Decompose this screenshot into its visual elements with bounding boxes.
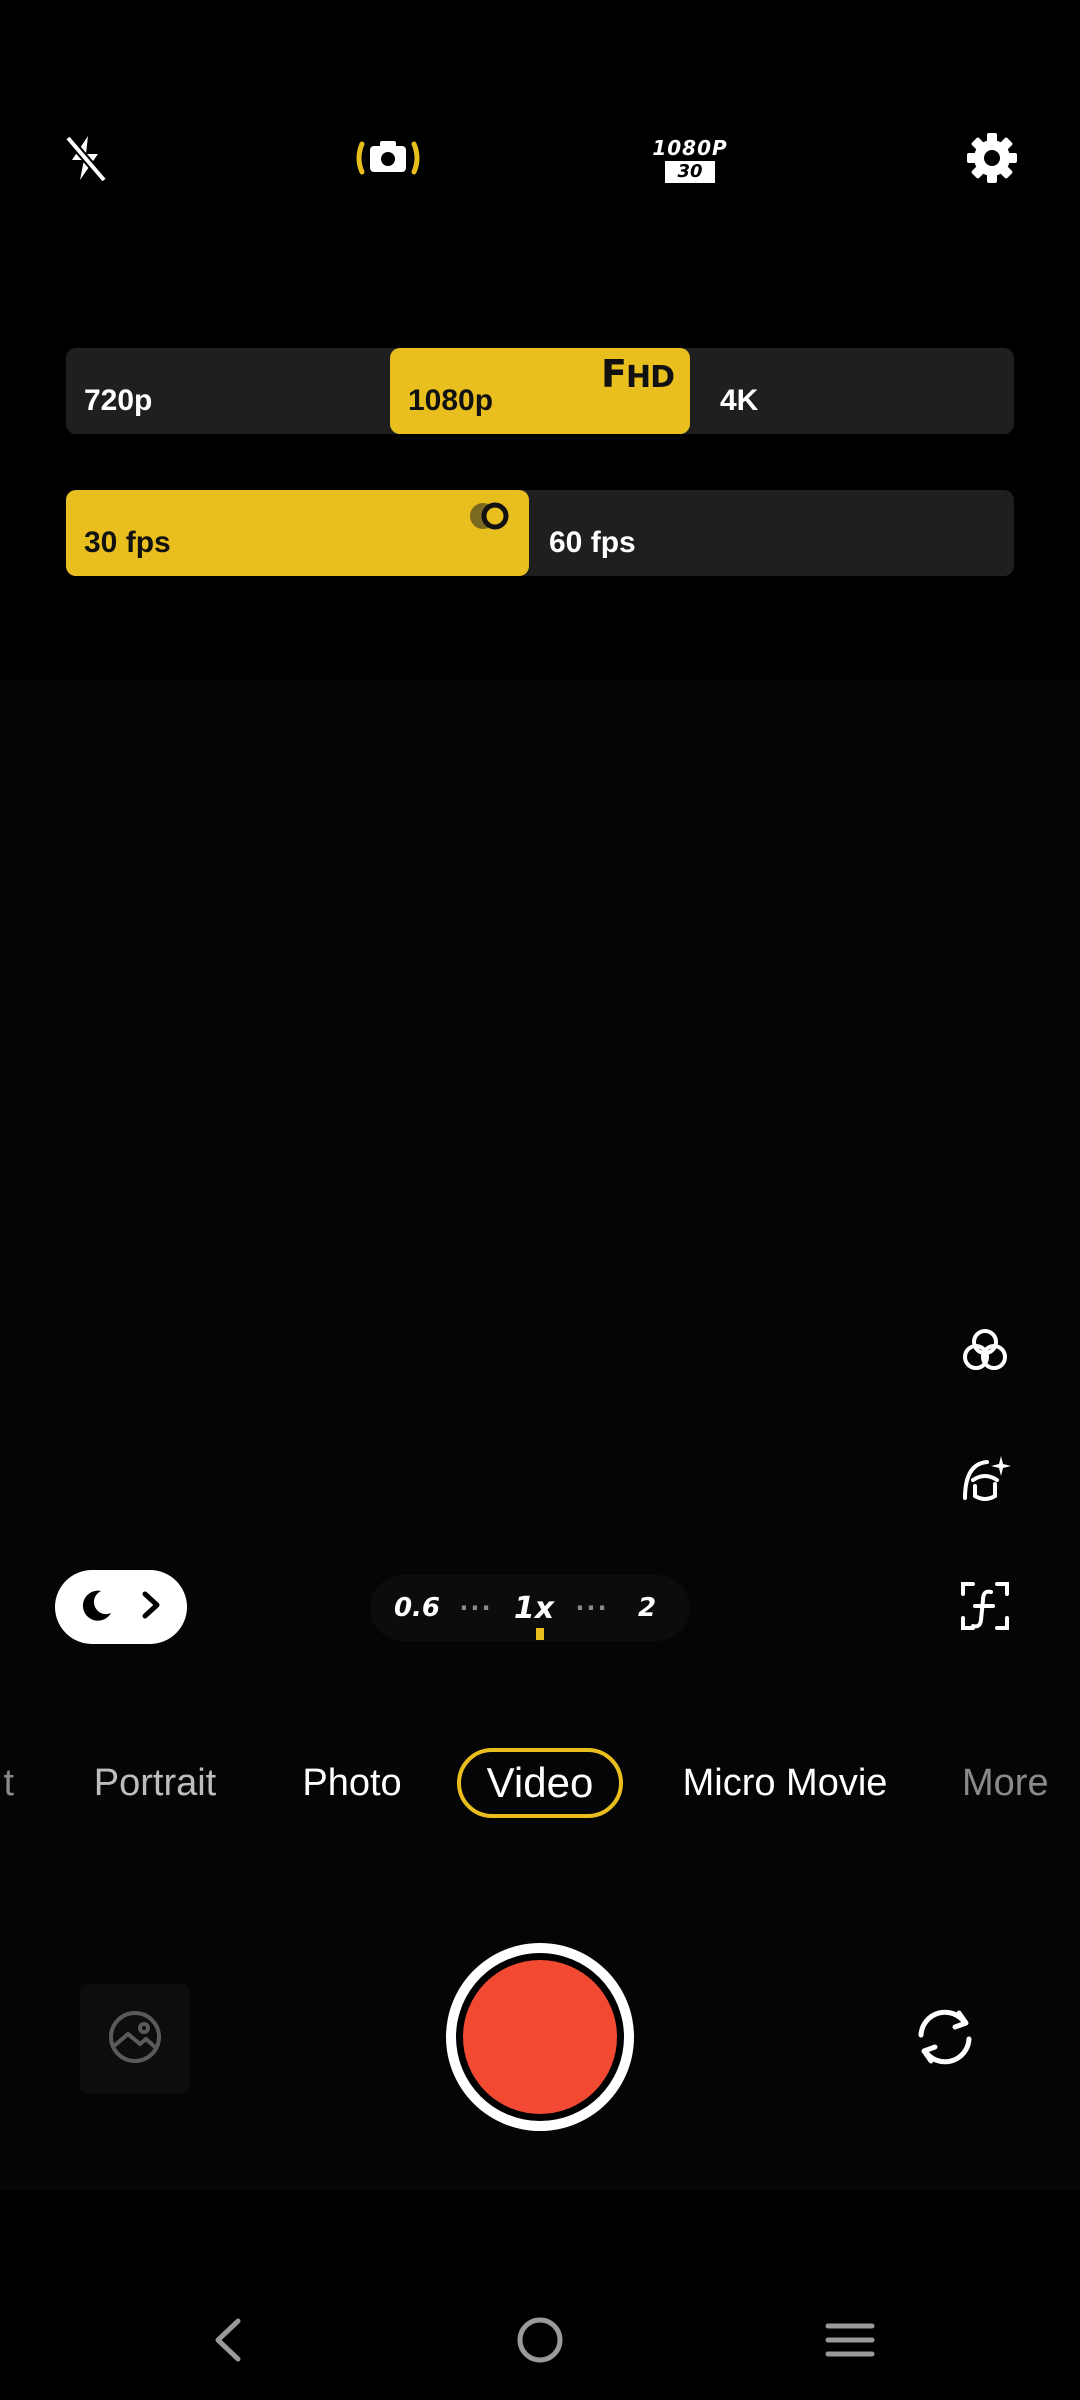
- mode-label: More: [962, 1761, 1049, 1804]
- fhd-tag-small: HD: [625, 360, 675, 395]
- resolution-badge-label: 1080P: [652, 136, 728, 160]
- zoom-dots: ···: [570, 1575, 614, 1641]
- resolution-option-1080p[interactable]: 1080p FHD: [390, 348, 690, 434]
- zoom-level-1x[interactable]: 1x: [506, 1575, 562, 1641]
- resolution-option-720p[interactable]: 720p: [66, 348, 390, 434]
- chevron-right-icon: [139, 1590, 163, 1625]
- recents-menu-icon[interactable]: [810, 2300, 890, 2380]
- zoom-indicator: [536, 1628, 544, 1640]
- switch-camera-icon: [909, 2001, 981, 2078]
- fps-badge-label: 30: [665, 161, 715, 183]
- zoom-label: 0.6: [393, 1593, 441, 1623]
- fhd-tag: FHD: [601, 352, 675, 396]
- zoom-level-0.6[interactable]: 0.6: [390, 1575, 444, 1641]
- zoom-level-2[interactable]: 2: [624, 1575, 670, 1641]
- switch-camera-button[interactable]: [880, 1984, 1010, 2094]
- resolution-selector: 720p 1080p FHD 4K: [66, 348, 1014, 434]
- fhd-tag-main: F: [601, 352, 627, 396]
- fps-selector: 30 fps 60 fps: [66, 490, 1014, 576]
- mode-label: t: [3, 1761, 14, 1804]
- fps-option-label: 60 fps: [549, 526, 636, 559]
- back-icon[interactable]: [188, 2300, 268, 2380]
- gallery-button[interactable]: [80, 1984, 190, 2094]
- zoom-selector: 0.6 ··· 1x ··· 2: [370, 1575, 690, 1641]
- mode-photo[interactable]: Photo: [282, 1748, 422, 1818]
- mode-video[interactable]: Video: [457, 1748, 623, 1818]
- resolution-option-4k[interactable]: 4K: [690, 348, 1014, 434]
- mode-label: Micro Movie: [682, 1761, 888, 1804]
- zoom-label: 2: [637, 1593, 657, 1623]
- gallery-icon: [106, 2008, 164, 2071]
- mode-label: Photo: [302, 1761, 402, 1804]
- record-button-core[interactable]: [463, 1960, 617, 2114]
- beauty-icon[interactable]: [945, 1438, 1025, 1518]
- home-icon[interactable]: [500, 2300, 580, 2380]
- mode-micro-movie[interactable]: Micro Movie: [665, 1748, 905, 1818]
- fps-option-60[interactable]: 60 fps: [529, 490, 1014, 576]
- toggle-icon: [465, 498, 515, 542]
- moon-icon: [79, 1587, 115, 1628]
- zoom-dots-label: ···: [575, 1594, 609, 1622]
- mode-label: Video: [486, 1759, 594, 1806]
- mode-partial[interactable]: t: [0, 1748, 14, 1818]
- frame-icon[interactable]: [945, 1566, 1025, 1646]
- mode-portrait[interactable]: Portrait: [80, 1748, 230, 1818]
- mode-more[interactable]: More: [962, 1748, 1080, 1818]
- mode-label: Portrait: [93, 1761, 217, 1804]
- resolution-option-label: 4K: [720, 384, 759, 417]
- fps-option-label: 30 fps: [84, 526, 171, 559]
- resolution-option-label: 1080p: [408, 384, 494, 417]
- zoom-dots-label: ···: [459, 1594, 493, 1622]
- flash-off-icon[interactable]: [46, 118, 126, 198]
- filter-icon[interactable]: [945, 1310, 1025, 1390]
- night-mode-toggle[interactable]: [55, 1570, 187, 1644]
- fps-option-30[interactable]: 30 fps: [66, 490, 529, 576]
- zoom-label: 1x: [513, 1590, 555, 1626]
- resolution-badge[interactable]: 1080P 30: [640, 128, 740, 192]
- resolution-option-label: 720p: [84, 384, 153, 417]
- gear-icon[interactable]: [952, 118, 1032, 198]
- zoom-dots: ···: [454, 1575, 498, 1641]
- camera-stabilization-icon[interactable]: [348, 118, 428, 198]
